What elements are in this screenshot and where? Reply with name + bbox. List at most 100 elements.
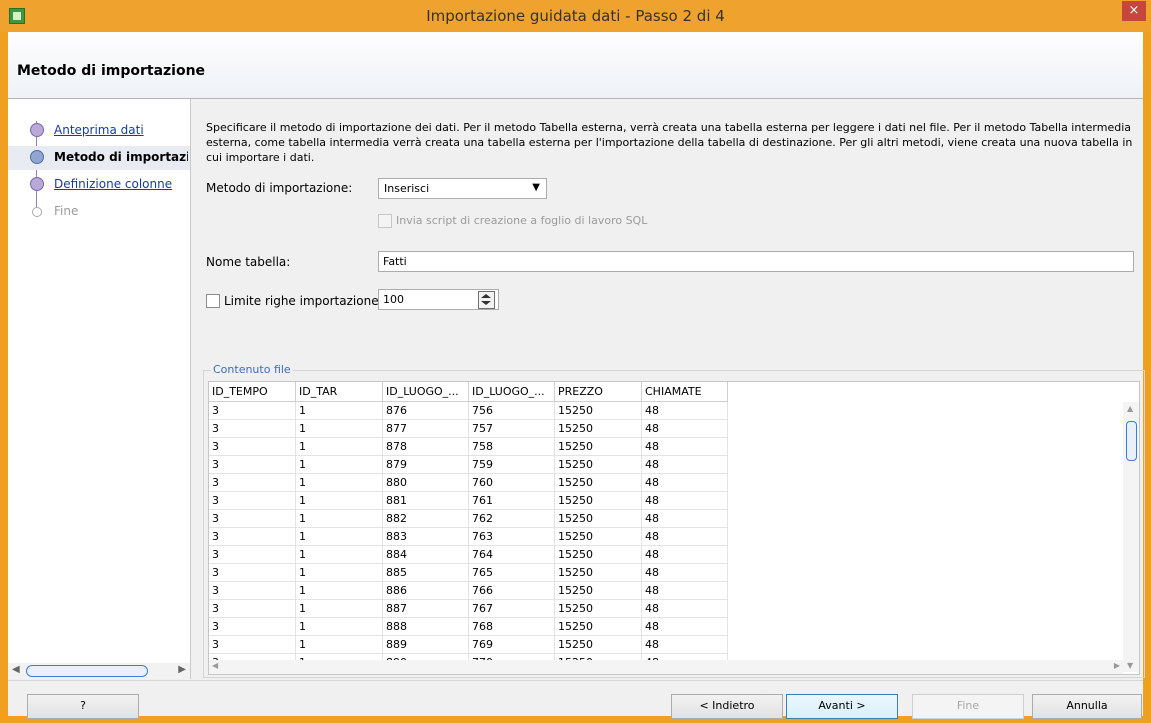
table-cell[interactable]: 1 [295,617,383,636]
table-cell[interactable]: 1 [295,455,383,474]
table-cell[interactable]: 1 [295,473,383,492]
table-cell[interactable]: 15250 [554,563,642,582]
table-cell[interactable]: 769 [468,635,555,654]
table-row[interactable]: 3 1 882 762 15250 48 [209,509,728,528]
close-button[interactable]: × [1122,1,1146,21]
table-cell[interactable]: 48 [641,545,728,564]
method-select[interactable]: Inserisci ▼ [378,178,547,199]
table-cell[interactable]: 48 [641,509,728,528]
column-header[interactable]: ID_LUOGO_... [382,382,469,402]
column-header[interactable]: ID_TEMPO [209,382,296,402]
table-row[interactable]: 3 1 887 767 15250 48 [209,599,728,618]
nav-item-label[interactable]: Definizione colonne [54,177,172,191]
table-cell[interactable]: 48 [641,473,728,492]
scroll-thumb[interactable] [26,665,148,677]
grid-vertical-scrollbar[interactable]: ▲ ▼ [1123,402,1139,672]
next-button[interactable]: Avanti > [786,694,898,719]
table-cell[interactable]: 887 [382,599,469,618]
table-cell[interactable]: 876 [382,401,469,420]
cancel-button[interactable]: Annulla [1032,694,1142,719]
table-cell[interactable]: 882 [382,509,469,528]
file-content-grid[interactable]: ID_TEMPO ID_TAR ID_LUOGO_... ID_LUOGO_..… [208,381,1140,675]
table-cell[interactable]: 760 [468,473,555,492]
table-cell[interactable]: 764 [468,545,555,564]
table-cell[interactable]: 3 [209,437,296,456]
chevron-down-icon[interactable]: ▼ [532,182,540,193]
back-button[interactable]: < Indietro [671,694,783,719]
nav-horizontal-scrollbar[interactable]: ◀ ▶ [8,663,190,679]
table-cell[interactable]: 48 [641,437,728,456]
scroll-right-icon[interactable]: ▶ [1114,661,1120,670]
table-cell[interactable]: 1 [295,401,383,420]
scroll-left-icon[interactable]: ◀ [212,661,218,670]
table-cell[interactable]: 888 [382,617,469,636]
table-name-input[interactable]: Fatti [378,251,1134,272]
table-cell[interactable]: 1 [295,509,383,528]
table-cell[interactable]: 879 [382,455,469,474]
table-row[interactable]: 3 1 884 764 15250 48 [209,545,728,564]
row-limit-checkbox[interactable] [206,294,220,308]
table-cell[interactable]: 1 [295,419,383,438]
table-cell[interactable]: 3 [209,419,296,438]
column-header[interactable]: CHIAMATE [641,382,728,402]
table-row[interactable]: 3 1 883 763 15250 48 [209,527,728,546]
table-cell[interactable]: 48 [641,581,728,600]
table-row[interactable]: 3 1 879 759 15250 48 [209,455,728,474]
table-cell[interactable]: 1 [295,635,383,654]
table-cell[interactable]: 48 [641,419,728,438]
table-cell[interactable]: 48 [641,617,728,636]
table-cell[interactable]: 3 [209,509,296,528]
table-cell[interactable]: 3 [209,455,296,474]
table-cell[interactable]: 762 [468,509,555,528]
table-cell[interactable]: 48 [641,455,728,474]
nav-item-anteprima-dati[interactable]: Anteprima dati [8,119,190,143]
spinner-up-icon[interactable] [481,294,491,298]
table-cell[interactable]: 757 [468,419,555,438]
table-cell[interactable]: 885 [382,563,469,582]
table-row[interactable]: 3 1 880 760 15250 48 [209,473,728,492]
spinner-down-icon[interactable] [481,301,491,305]
table-cell[interactable]: 1 [295,599,383,618]
table-cell[interactable]: 3 [209,563,296,582]
table-cell[interactable]: 767 [468,599,555,618]
table-cell[interactable]: 3 [209,635,296,654]
table-cell[interactable]: 886 [382,581,469,600]
table-cell[interactable]: 1 [295,545,383,564]
column-header[interactable]: ID_LUOGO_... [468,382,555,402]
table-cell[interactable]: 877 [382,419,469,438]
table-cell[interactable]: 3 [209,401,296,420]
nav-item-definizione-colonne[interactable]: Definizione colonne [8,173,190,197]
table-cell[interactable]: 1 [295,581,383,600]
table-cell[interactable]: 48 [641,635,728,654]
table-cell[interactable]: 15250 [554,635,642,654]
table-row[interactable]: 3 1 881 761 15250 48 [209,491,728,510]
nav-item-label[interactable]: Anteprima dati [54,123,144,137]
nav-item-metodo-importazione[interactable]: Metodo di importazione [8,146,190,170]
table-cell[interactable]: 3 [209,545,296,564]
table-cell[interactable]: 3 [209,599,296,618]
scroll-thumb[interactable] [1126,421,1137,461]
row-limit-stepper[interactable]: 100 [378,289,499,310]
table-row[interactable]: 3 1 878 758 15250 48 [209,437,728,456]
table-cell[interactable]: 15250 [554,455,642,474]
column-header[interactable]: PREZZO [554,382,642,402]
table-cell[interactable]: 1 [295,527,383,546]
table-cell[interactable]: 15250 [554,509,642,528]
table-cell[interactable]: 758 [468,437,555,456]
table-row[interactable]: 3 1 885 765 15250 48 [209,563,728,582]
table-cell[interactable]: 766 [468,581,555,600]
table-cell[interactable]: 3 [209,617,296,636]
table-row[interactable]: 3 1 889 769 15250 48 [209,635,728,654]
table-cell[interactable]: 1 [295,563,383,582]
table-cell[interactable]: 881 [382,491,469,510]
table-cell[interactable]: 1 [295,491,383,510]
table-cell[interactable]: 889 [382,635,469,654]
table-cell[interactable]: 15250 [554,491,642,510]
table-cell[interactable]: 15250 [554,617,642,636]
spinner-icon[interactable] [478,291,495,309]
table-cell[interactable]: 880 [382,473,469,492]
scroll-down-icon[interactable]: ▼ [1127,661,1133,670]
table-cell[interactable]: 3 [209,527,296,546]
table-cell[interactable]: 759 [468,455,555,474]
table-cell[interactable]: 3 [209,491,296,510]
